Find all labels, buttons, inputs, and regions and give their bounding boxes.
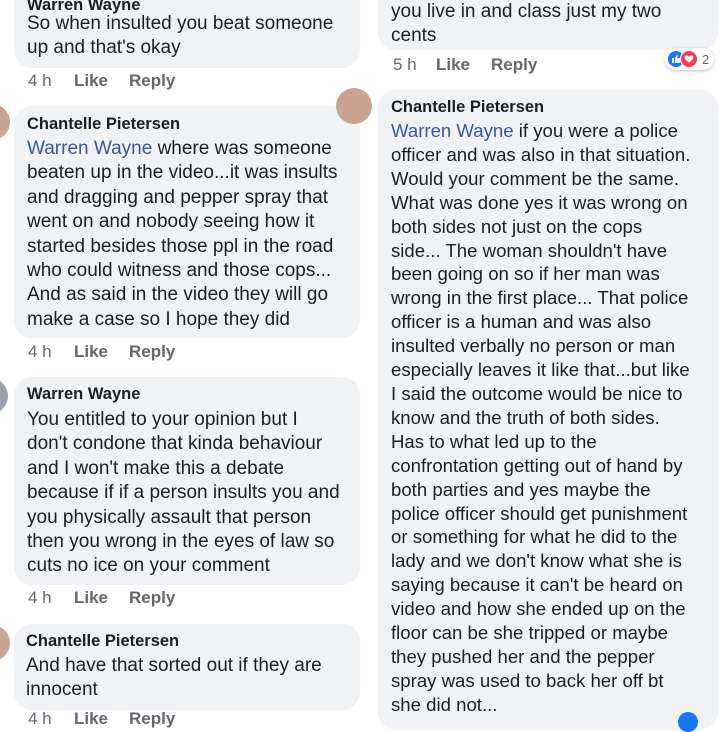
comment-timestamp[interactable]: 4 h xyxy=(28,588,74,608)
comment-line: both sides not just on the cops xyxy=(391,215,643,237)
reply-button[interactable]: Reply xyxy=(129,342,175,362)
comment-text: You entitled to your opinion but I don't… xyxy=(27,408,340,579)
comment-line: insulted verbally no person or man xyxy=(391,335,676,357)
comment-bubble: you live in and class just my two cents xyxy=(378,0,718,50)
reply-button[interactable]: Reply xyxy=(129,588,175,608)
comment-line: innocent xyxy=(26,679,98,701)
comment-text: Warren Wayne if you were a police office… xyxy=(391,119,690,717)
comment-line: went on and nobody seeing how it xyxy=(27,211,315,233)
comment-timestamp[interactable]: 4 h xyxy=(28,71,74,91)
comment-author[interactable]: Chantelle Pietersen xyxy=(391,98,544,117)
reply-button[interactable]: Reply xyxy=(129,709,175,729)
avatar[interactable] xyxy=(0,378,8,414)
reaction-indicator[interactable] xyxy=(678,712,698,732)
reply-button[interactable]: Reply xyxy=(129,71,175,91)
comment-line: Warren Wayne if you were a police xyxy=(391,119,690,143)
comment-line: or something for what he did to the xyxy=(391,526,678,548)
comment-author[interactable]: Chantelle Pietersen xyxy=(26,632,179,651)
comment-line: up and that's okay xyxy=(27,37,181,59)
comment-line: So when insulted you beat someone xyxy=(27,13,334,34)
comment-bubble: Warren Wayne So when insulted you beat s… xyxy=(14,0,360,68)
comment-line: spray was used to back her off bt xyxy=(391,669,664,691)
comment-bubble: Chantelle Pietersen Warren Wayne where w… xyxy=(14,106,360,338)
comment-line: And have that sorted out if they are xyxy=(26,655,322,676)
comment-line: then you wrong in the eyes of law so xyxy=(27,531,335,553)
comment-line: you live in and class just my two xyxy=(391,1,662,22)
comment-line: Has to what led up to the xyxy=(391,430,597,452)
comment-actions: 4 h Like Reply xyxy=(28,71,175,91)
comment-line: video and how she ended up on the xyxy=(391,598,686,620)
comment-line: saying because it can't be heard on xyxy=(391,574,683,596)
comment-actions: 4 h Like Reply xyxy=(28,342,175,362)
comment-line: both parties and yes maybe the xyxy=(391,478,651,500)
comment-line: Warren Wayne where was someone xyxy=(27,137,338,161)
comment-line: she did not... xyxy=(391,693,498,715)
comment-line: and I won't make this a debate xyxy=(27,457,285,479)
comment-bubble: Chantelle Pietersen And have that sorted… xyxy=(14,624,360,710)
comment-text: And have that sorted out if they are inn… xyxy=(26,654,322,703)
comment-line: cents xyxy=(391,25,437,47)
comment-line: wrong in the first place... That police xyxy=(391,287,689,309)
mention-link[interactable]: Warren Wayne xyxy=(27,138,152,159)
comment-text: Warren Wayne where was someone beaten up… xyxy=(27,137,338,332)
avatar[interactable] xyxy=(0,625,10,661)
comment-line: You entitled to your opinion but I xyxy=(27,409,298,430)
avatar[interactable] xyxy=(336,88,372,124)
comment-actions: 4 h Like Reply xyxy=(28,588,175,608)
like-button[interactable]: Like xyxy=(74,588,129,608)
comment-line: And as said in the video they will go xyxy=(27,284,329,306)
comment-line: confrontation getting out of hand by xyxy=(391,454,683,476)
comment-line: started besides those ppl in the road xyxy=(27,235,334,257)
comment-line: officer and was also in that situation. xyxy=(391,143,691,165)
comment-timestamp[interactable]: 5 h xyxy=(393,55,436,75)
comment-bubble: Warren Wayne You entitled to your opinio… xyxy=(14,377,360,585)
comment-line: they pushed her and the pepper xyxy=(391,645,655,667)
heart-icon xyxy=(680,50,698,68)
avatar[interactable] xyxy=(0,104,10,140)
comment-author[interactable]: Warren Wayne xyxy=(27,385,140,404)
comment-actions: 5 h Like Reply xyxy=(393,55,537,75)
comment-line: cuts no ice on your comment xyxy=(27,555,270,577)
comment-line: who could witness and those cops... xyxy=(27,260,332,282)
comment-line: because if if a person insults you and xyxy=(27,482,340,504)
like-button[interactable]: Like xyxy=(74,709,129,729)
comment-line: especially leaves it like that...but lik… xyxy=(391,359,690,381)
comment-line-rest: where was someone xyxy=(152,138,332,159)
reply-button[interactable]: Reply xyxy=(491,55,537,75)
comment-author[interactable]: Chantelle Pietersen xyxy=(27,115,180,134)
comment-line: don't condone that kinda behaviour xyxy=(27,433,323,455)
comment-line: side... The woman shouldn't have xyxy=(391,239,668,261)
comment-timestamp[interactable]: 4 h xyxy=(28,342,74,362)
comment-text: you live in and class just my two cents xyxy=(391,0,661,49)
like-button[interactable]: Like xyxy=(436,55,491,75)
comment-line: and dragging and pepper spray that xyxy=(27,186,329,208)
reaction-summary[interactable]: 2 xyxy=(665,48,715,70)
comment-actions: 4 h Like Reply xyxy=(28,709,175,729)
comment-timestamp[interactable]: 4 h xyxy=(28,709,74,729)
comment-line: I said the outcome would be nice to xyxy=(391,382,683,404)
comment-line: floor can be she tripped or maybe xyxy=(391,622,668,644)
comment-line: Would your comment be the same. xyxy=(391,167,679,189)
like-button[interactable]: Like xyxy=(74,342,129,362)
reaction-count: 2 xyxy=(702,51,710,67)
comment-bubble: Chantelle Pietersen Warren Wayne if you … xyxy=(378,90,718,730)
comment-line: officer is a human and was also xyxy=(391,311,652,333)
comment-line: make a case so I hope they did xyxy=(27,308,290,330)
comment-line: know and the truth of both sides. xyxy=(391,406,660,428)
comment-line: What was done yes it was wrong on xyxy=(391,191,688,213)
mention-link[interactable]: Warren Wayne xyxy=(391,120,514,141)
comment-line: lady and we don't know what she is xyxy=(391,550,682,572)
comment-line: police officer should get punishment xyxy=(391,502,688,524)
comment-line: been going on so if her man was xyxy=(391,263,660,285)
comment-text: So when insulted you beat someone up and… xyxy=(27,12,333,61)
comment-line-rest: if you were a police xyxy=(513,120,678,141)
like-button[interactable]: Like xyxy=(74,71,129,91)
comment-line: beaten up in the video...it was insults xyxy=(27,162,338,184)
comment-line: you physically assault that person xyxy=(27,506,312,528)
